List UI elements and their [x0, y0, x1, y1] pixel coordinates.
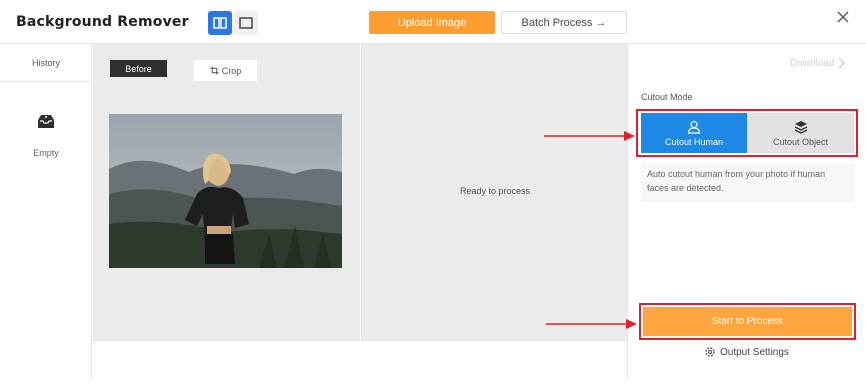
close-icon[interactable]	[832, 6, 854, 28]
crop-button[interactable]: Crop	[194, 60, 257, 81]
crop-icon	[210, 66, 219, 75]
history-label[interactable]: History	[0, 44, 92, 82]
annotation-highlight-box	[636, 109, 858, 157]
batch-process-button[interactable]: Batch Process →	[501, 11, 627, 34]
cutout-mode-label: Cutout Mode	[641, 92, 693, 102]
single-view-icon[interactable]	[234, 11, 258, 35]
output-settings-button[interactable]: Output Settings	[704, 346, 789, 358]
empty-label: Empty	[33, 148, 59, 158]
gear-icon	[705, 347, 715, 357]
annotation-highlight-box	[639, 303, 856, 340]
annotation-arrow	[546, 319, 637, 329]
top-bar: Background Remover Upload Image Batch Pr…	[0, 0, 866, 44]
view-toggle	[208, 11, 258, 35]
settings-panel: Download Cutout Mode Cutout Human Cutout…	[627, 44, 866, 380]
ready-status-text: Ready to process	[459, 186, 531, 196]
output-settings-label: Output Settings	[720, 346, 789, 358]
preview-footer	[93, 340, 627, 380]
download-button[interactable]: Download	[790, 57, 846, 69]
before-preview-panel: Before Crop	[93, 44, 360, 340]
after-preview-panel: Ready to process	[361, 44, 627, 340]
before-tag: Before	[110, 60, 167, 77]
mode-description: Auto cutout human from your photo if hum…	[641, 164, 854, 202]
app-title: Background Remover	[16, 14, 189, 30]
uploaded-photo	[109, 114, 342, 268]
split-view-icon[interactable]	[208, 11, 232, 35]
chevron-right-icon	[838, 57, 846, 69]
annotation-arrow	[544, 131, 635, 141]
download-label: Download	[790, 57, 835, 69]
crop-label: Crop	[221, 65, 242, 76]
empty-tray-icon	[36, 112, 56, 135]
upload-image-button[interactable]: Upload Image	[369, 11, 495, 34]
history-sidebar: History Empty	[0, 44, 92, 380]
